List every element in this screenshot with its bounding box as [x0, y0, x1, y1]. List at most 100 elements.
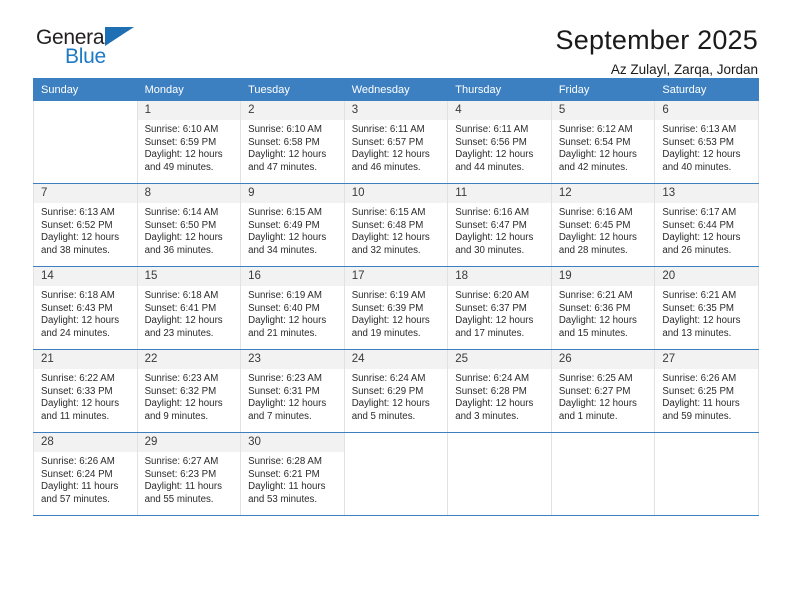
day-number: 13 [655, 184, 758, 203]
day-number: 11 [448, 184, 551, 203]
day-detail-line: Sunrise: 6:24 AM [455, 373, 530, 384]
day-details: Sunrise: 6:18 AM Sunset: 6:41 PM Daylight:… [138, 286, 241, 340]
calendar-day-cell[interactable]: 21 Sunrise: 6:22 AM Sunset: 6:33 PM Dayligh… [33, 349, 138, 433]
day-detail-line: Sunset: 6:39 PM [351, 302, 424, 314]
day-detail-line: Sunset: 6:24 PM [41, 468, 113, 480]
day-details: Sunrise: 6:14 AM Sunset: 6:50 PM Daylight:… [138, 203, 241, 257]
calendar-day-cell[interactable]: 29 Sunrise: 6:27 AM Sunset: 6:23 PM Dayligh… [136, 432, 242, 516]
day-detail-line: Sunrise: 6:23 AM [248, 373, 322, 384]
calendar-day-cell[interactable]: 8 Sunrise: 6:14 AM Sunset: 6:50 PM Daylight… [136, 183, 242, 267]
calendar-day-cell[interactable]: 20 Sunrise: 6:21 AM Sunset: 6:35 PM Dayligh… [654, 266, 759, 350]
day-detail-line: Sunset: 6:36 PM [558, 302, 631, 314]
day-detail-line: Sunrise: 6:26 AM [41, 456, 115, 467]
day-detail-line: Sunrise: 6:20 AM [455, 290, 530, 301]
day-number: 22 [137, 350, 241, 369]
day-detail-line: Sunset: 6:23 PM [144, 468, 217, 480]
calendar-day-cell[interactable]: 3 Sunrise: 6:11 AM Sunset: 6:57 PM Daylight… [343, 100, 449, 184]
day-details: Sunrise: 6:19 AM Sunset: 6:39 PM Daylight:… [345, 286, 448, 340]
day-detail-line: and 21 minutes. [248, 327, 318, 339]
day-detail-line: Sunset: 6:32 PM [144, 385, 217, 397]
day-details: Sunrise: 6:10 AM Sunset: 6:58 PM Daylight:… [241, 120, 344, 174]
day-detail-line: Sunrise: 6:11 AM [351, 124, 425, 135]
day-number: 18 [448, 267, 551, 286]
calendar-day-cell[interactable]: 12 Sunrise: 6:16 AM Sunset: 6:45 PM Dayligh… [550, 183, 656, 267]
day-number [34, 101, 137, 107]
calendar-day-cell[interactable]: 4 Sunrise: 6:11 AM Sunset: 6:56 PM Daylight… [447, 100, 552, 184]
day-detail-line: and 7 minutes. [248, 410, 312, 422]
calendar-day-cell[interactable]: 6 Sunrise: 6:13 AM Sunset: 6:53 PM Daylight… [654, 100, 759, 184]
calendar-day-cell[interactable]: 27 Sunrise: 6:26 AM Sunset: 6:25 PM Dayligh… [654, 349, 759, 433]
day-detail-line: and 17 minutes. [455, 327, 525, 339]
day-detail-line: Sunset: 6:58 PM [248, 136, 320, 148]
day-detail-line: and 15 minutes. [558, 327, 628, 339]
calendar-day-cell[interactable]: 24 Sunrise: 6:24 AM Sunset: 6:29 PM Dayligh… [343, 349, 449, 433]
day-detail-line: and 9 minutes. [144, 410, 209, 422]
calendar-day-cell[interactable]: 2 Sunrise: 6:10 AM Sunset: 6:58 PM Daylight… [240, 100, 345, 184]
day-detail-line: Daylight: 12 hours [558, 315, 637, 327]
calendar-week-row: 7 Sunrise: 6:13 AM Sunset: 6:52 PM Daylight… [33, 183, 759, 267]
day-detail-line: Daylight: 12 hours [144, 232, 223, 244]
calendar-day-cell[interactable]: 7 Sunrise: 6:13 AM Sunset: 6:52 PM Daylight… [33, 183, 138, 267]
day-details: Sunrise: 6:24 AM Sunset: 6:29 PM Daylight:… [345, 369, 448, 423]
calendar-day-cell[interactable]: 26 Sunrise: 6:25 AM Sunset: 6:27 PM Dayligh… [550, 349, 656, 433]
calendar-day-cell[interactable]: 9 Sunrise: 6:15 AM Sunset: 6:49 PM Daylight… [240, 183, 345, 267]
day-details: Sunrise: 6:19 AM Sunset: 6:40 PM Daylight:… [241, 286, 344, 340]
day-detail-line: Daylight: 12 hours [558, 398, 637, 410]
calendar-day-cell[interactable]: 17 Sunrise: 6:19 AM Sunset: 6:39 PM Dayligh… [343, 266, 449, 350]
calendar-body: 1 Sunrise: 6:10 AM Sunset: 6:59 PM Daylight… [33, 100, 759, 516]
day-detail-line: Sunrise: 6:19 AM [248, 290, 322, 301]
calendar-day-cell[interactable]: 23 Sunrise: 6:23 AM Sunset: 6:31 PM Dayligh… [240, 349, 345, 433]
day-number [344, 433, 448, 439]
day-detail-line: and 32 minutes. [351, 244, 421, 256]
day-number: 15 [137, 267, 241, 286]
calendar-day-cell[interactable]: 18 Sunrise: 6:20 AM Sunset: 6:37 PM Dayligh… [447, 266, 552, 350]
day-detail-line: and 53 minutes. [248, 493, 318, 505]
calendar-day-cell[interactable]: 1 Sunrise: 6:10 AM Sunset: 6:59 PM Daylight… [136, 100, 242, 184]
day-details: Sunrise: 6:13 AM Sunset: 6:53 PM Daylight:… [655, 120, 758, 174]
logo-text-blue: Blue [65, 45, 106, 68]
calendar-day-cell[interactable]: 22 Sunrise: 6:23 AM Sunset: 6:32 PM Dayligh… [136, 349, 242, 433]
day-number: 3 [344, 101, 448, 120]
calendar-day-cell[interactable]: 28 Sunrise: 6:26 AM Sunset: 6:24 PM Dayligh… [33, 432, 138, 516]
day-details: Sunrise: 6:17 AM Sunset: 6:44 PM Daylight:… [655, 203, 758, 257]
day-detail-line: Sunrise: 6:21 AM [558, 290, 633, 301]
day-detail-line: Sunset: 6:52 PM [41, 219, 113, 231]
day-detail-line: Sunset: 6:49 PM [248, 219, 320, 231]
day-detail-line: Daylight: 12 hours [662, 149, 741, 161]
day-detail-line: and 42 minutes. [558, 161, 628, 173]
calendar-day-cell[interactable]: 11 Sunrise: 6:16 AM Sunset: 6:47 PM Dayligh… [447, 183, 552, 267]
day-number: 23 [241, 350, 344, 369]
day-details: Sunrise: 6:16 AM Sunset: 6:45 PM Daylight:… [552, 203, 655, 257]
day-detail-line: Sunrise: 6:12 AM [558, 124, 633, 135]
day-detail-line: and 11 minutes. [41, 410, 110, 422]
calendar-day-cell[interactable]: 5 Sunrise: 6:12 AM Sunset: 6:54 PM Daylight… [550, 100, 656, 184]
calendar-day-cell[interactable]: 15 Sunrise: 6:18 AM Sunset: 6:41 PM Dayligh… [136, 266, 242, 350]
day-detail-line: Sunrise: 6:13 AM [41, 207, 115, 218]
day-detail-line: and 26 minutes. [662, 244, 732, 256]
calendar-day-cell[interactable]: 25 Sunrise: 6:24 AM Sunset: 6:28 PM Dayligh… [447, 349, 552, 433]
day-details: Sunrise: 6:24 AM Sunset: 6:28 PM Daylight:… [448, 369, 551, 423]
day-number: 20 [655, 267, 758, 286]
day-detail-line: and 55 minutes. [144, 493, 214, 505]
calendar-day-cell[interactable]: 13 Sunrise: 6:17 AM Sunset: 6:44 PM Dayligh… [654, 183, 759, 267]
day-details: Sunrise: 6:26 AM Sunset: 6:24 PM Daylight:… [34, 452, 137, 506]
weekday-header-monday: Monday [136, 78, 242, 101]
day-detail-line: Daylight: 12 hours [558, 149, 637, 161]
calendar-week-row: 28 Sunrise: 6:26 AM Sunset: 6:24 PM Dayligh… [33, 432, 759, 516]
day-detail-line: and 38 minutes. [41, 244, 110, 256]
day-detail-line: and 5 minutes. [351, 410, 416, 422]
calendar-day-cell[interactable]: 30 Sunrise: 6:28 AM Sunset: 6:21 PM Dayligh… [240, 432, 345, 516]
day-detail-line: and 1 minute. [558, 410, 618, 422]
day-detail-line: Sunrise: 6:23 AM [144, 373, 219, 384]
day-detail-line: Sunrise: 6:13 AM [662, 124, 737, 135]
day-detail-line: Sunrise: 6:14 AM [144, 207, 219, 218]
calendar-day-cell[interactable]: 10 Sunrise: 6:15 AM Sunset: 6:48 PM Dayligh… [343, 183, 449, 267]
calendar-cell-empty [447, 432, 552, 516]
day-number: 19 [551, 267, 655, 286]
calendar-day-cell[interactable]: 14 Sunrise: 6:18 AM Sunset: 6:43 PM Dayligh… [33, 266, 138, 350]
day-detail-line: Sunset: 6:47 PM [455, 219, 527, 231]
day-number: 27 [655, 350, 758, 369]
calendar-day-cell[interactable]: 16 Sunrise: 6:19 AM Sunset: 6:40 PM Dayligh… [240, 266, 345, 350]
calendar-day-cell[interactable]: 19 Sunrise: 6:21 AM Sunset: 6:36 PM Dayligh… [550, 266, 656, 350]
calendar-week-row: 21 Sunrise: 6:22 AM Sunset: 6:33 PM Dayligh… [33, 349, 759, 433]
